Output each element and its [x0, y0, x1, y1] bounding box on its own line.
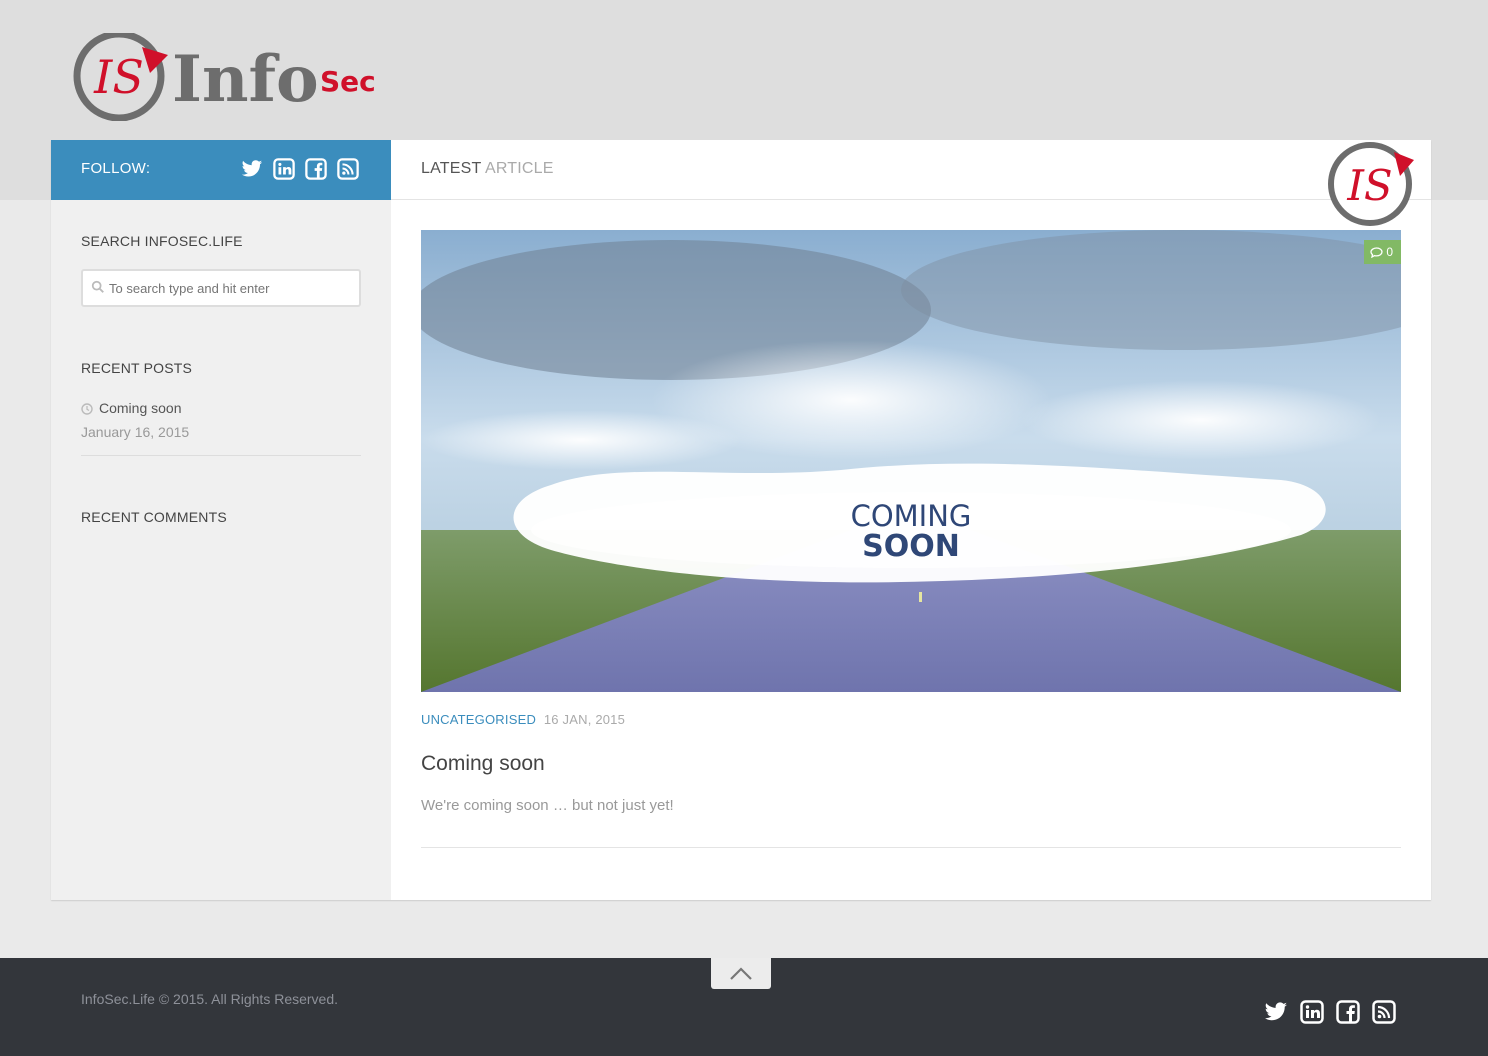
recent-posts-title: Recent Posts [81, 360, 193, 376]
logo-graphic: IS Info Sec [73, 30, 376, 122]
content-header: Latest Article [391, 140, 1431, 200]
post-excerpt: We're coming soon … but not just yet! [421, 797, 674, 814]
recent-post-date: January 16, 2015 [81, 424, 190, 440]
twitter-icon[interactable] [1264, 1000, 1288, 1024]
comment-count-badge[interactable]: 0 [1364, 240, 1401, 264]
search-icon [91, 280, 104, 293]
image-coming-text: COMING [851, 499, 972, 533]
search-input[interactable] [109, 278, 349, 298]
sidebar: Follow: [51, 140, 391, 900]
rss-icon[interactable] [337, 158, 359, 180]
site-badge-logo: IS [1328, 142, 1414, 226]
comment-icon [1370, 246, 1383, 258]
follow-bar: Follow: [51, 140, 391, 200]
image-soon-text: SOON [862, 529, 960, 564]
chevron-up-icon [730, 967, 752, 980]
follow-label: Follow: [81, 160, 151, 177]
facebook-icon[interactable] [1336, 1000, 1360, 1024]
footer-social-icons [1264, 1000, 1396, 1024]
search-widget-title: Search InfoSec.Life [81, 233, 243, 249]
follow-icons [241, 158, 359, 180]
back-to-top-button[interactable] [711, 958, 771, 989]
logo-accent-text: Sec [320, 65, 376, 98]
featured-image[interactable]: COMING SOON 0 [421, 230, 1401, 692]
heading-part-latest: Latest [421, 160, 482, 177]
content-divider [421, 847, 1401, 848]
coming-soon-image: COMING SOON [421, 230, 1401, 692]
comment-count: 0 [1386, 245, 1393, 259]
search-box[interactable] [81, 269, 361, 307]
logo-main-text: Info [172, 42, 319, 117]
footer-copyright: InfoSec.Life © 2015. All Rights Reserved… [81, 991, 339, 1007]
post-date: 16 Jan, 2015 [543, 712, 626, 727]
latest-article-heading: Latest Article [421, 160, 554, 178]
linkedin-icon[interactable] [273, 158, 295, 180]
badge-logo-text: IS [1346, 161, 1392, 210]
twitter-icon[interactable] [241, 158, 263, 180]
post-meta: Uncategorised 16 Jan, 2015 [421, 712, 625, 727]
recent-post-item: Coming soon January 16, 2015 [81, 400, 361, 456]
recent-post-link[interactable]: Coming soon [99, 400, 182, 416]
heading-part-article: Article [484, 160, 554, 177]
linkedin-icon[interactable] [1300, 1000, 1324, 1024]
rss-icon[interactable] [1372, 1000, 1396, 1024]
site-logo[interactable]: IS Info Sec [72, 30, 382, 122]
logo-mark-text: IS [93, 50, 144, 104]
post-category-link[interactable]: Uncategorised [421, 712, 536, 727]
content-area: Latest Article IS [391, 140, 1431, 900]
main-wrapper: Follow: [51, 140, 1431, 900]
recent-comments-title: Recent Comments [81, 509, 227, 525]
clock-icon [81, 403, 93, 415]
facebook-icon[interactable] [305, 158, 327, 180]
post-title-link[interactable]: Coming soon [421, 752, 545, 776]
